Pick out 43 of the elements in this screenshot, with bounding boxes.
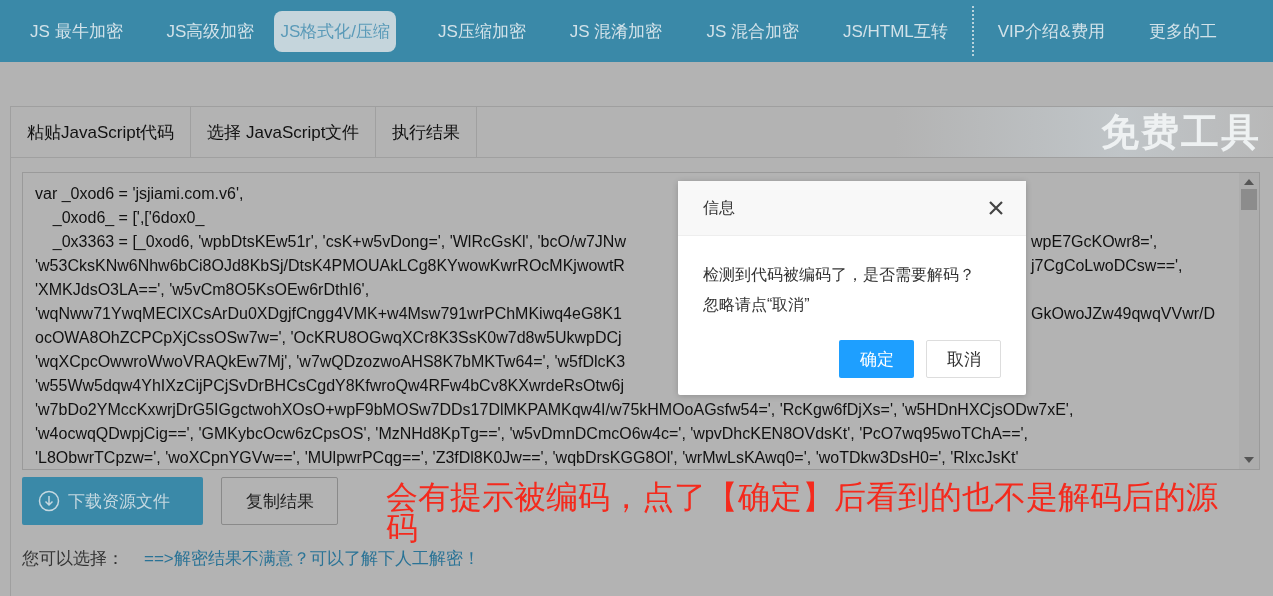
action-button[interactable]: 下载资源文件 [22,477,203,525]
nav-link[interactable]: VIP介绍&费用 [975,10,1127,52]
tab[interactable]: 执行结果 [376,107,478,157]
code-text: ocOWA8OhZCPCpXjCssOSw7w=', 'OcKRU8OGwqXCr8K3SsK0w7d8w5UkwpDCj [35,328,622,348]
scroll-down-icon[interactable] [1244,457,1254,463]
scroll-thumb[interactable] [1241,189,1257,210]
scrollbar[interactable] [1239,173,1259,469]
code-text: var _0xod6 = 'jsjiami.com.v6', [35,184,244,204]
download-icon [38,490,60,512]
nav-link[interactable]: JS 混合加密 [684,10,821,52]
code-text: 'w53CksKNw6Nhw6bCi8OJd8KbSj/DtsK4PMOUAkLCg8KYwowKwrROcMKjwowtR [35,256,625,276]
code-text: 'L8ObwrTCpzw=', 'woXCpnYGVw==', 'MUlpwrPCqg==', 'Z3fDl8K0Jw==', 'wqbDrsKGG8Ol', 'wrMwLsKAwq0=', 'woTDkw3DsH0=', 'RlxcJsKt' [35,448,1019,468]
nav-link[interactable]: JS 混淆加密 [547,10,685,52]
code-text: wpE7GcKOwr8=', [1031,232,1158,252]
code-text: 'w55Ww5dqw4YhIXzCijPCjSvDrBHCsCgdY8KfwroQw4RFw4bCv8KXwrdeRsOtw6j [35,376,624,396]
nav-link[interactable]: JS 最牛加密 [8,10,145,52]
code-text: 'w7bDo2YMccKxwrjDrG5IGgctwohXOsO+wpF9bMOSw7DDs17DlMKPAMKqw4I/w75kHMOoAGsfw54=', 'RcKgw6fDjXs=', 'w5HDnHXCjsODw7xE', [35,400,1074,420]
annotation-text: 会有提示被编码，点了【确定】后看到的也不是解码后的源码 [386,482,1219,544]
tab[interactable]: 粘贴JavaScript代码 [11,107,192,157]
nav-link[interactable]: JS高级加密 [144,10,277,52]
dialog-message: 检测到代码被编码了，是否需要解码？ [703,265,976,285]
scroll-up-icon[interactable] [1244,179,1254,185]
code-text: _0xod6_ = [',['6dox0_ [51,208,205,228]
dialog-button[interactable]: 取消 [926,340,1001,378]
code-text: _0x3363 = [_0xod6, 'wpbDtsKEw51r', 'csK+w5vDong=', 'WlRcGsKl', 'bcO/w7JNw [51,232,626,252]
action-button[interactable]: 复制结果 [221,477,338,525]
manual-decrypt-link[interactable]: ==>解密结果不满意？可以了解下人工解密！ [144,547,480,570]
dialog-button[interactable]: 确定 [839,340,914,378]
code-text: 'wqNww71YwqMEClXCsArDu0XDgjfCngg4VMK+w4Msw791wrPChMKiwq4eG8K1 [35,304,622,324]
code-text: 'w4ocwqQDwpjCig==', 'GMKybcOcw6zCpsOS', 'MzNHd8KpTg==', 'w5vDmnDCmcO6w4c=', 'wpvDhcKEN8OVdsKt', 'PcO7wq95woTChA==', [35,424,1028,444]
nav-link[interactable]: JS格式化/压缩 [274,10,396,52]
dialog-message: 忽略请点“取消” [703,295,811,315]
nav-link[interactable]: JS/HTML互转 [820,10,970,52]
nav-link[interactable]: 更多的工 [1126,10,1239,52]
dialog-title: 信息 [703,197,735,218]
close-icon[interactable] [988,200,1004,216]
hint-label: 您可以选择： [22,548,124,570]
tab[interactable]: 选择 JavaScript文件 [191,107,377,157]
code-text: 'wqXCpcOwwroWwoVRAQkEw7Mj', 'w7wQDzozwoAHS8K7bMKTw64=', 'w5fDlcK3 [35,352,626,372]
code-text: 'XMKJdsO3LA==', 'w5vCm8O5KsOEw6rDthI6', [35,280,370,300]
code-text: j7CgCoLwoDCsw==', [1031,256,1183,276]
nav-link[interactable]: JS压缩加密 [415,10,548,52]
code-text: GkOwoJZw49qwqVVwr/D [1031,304,1216,324]
